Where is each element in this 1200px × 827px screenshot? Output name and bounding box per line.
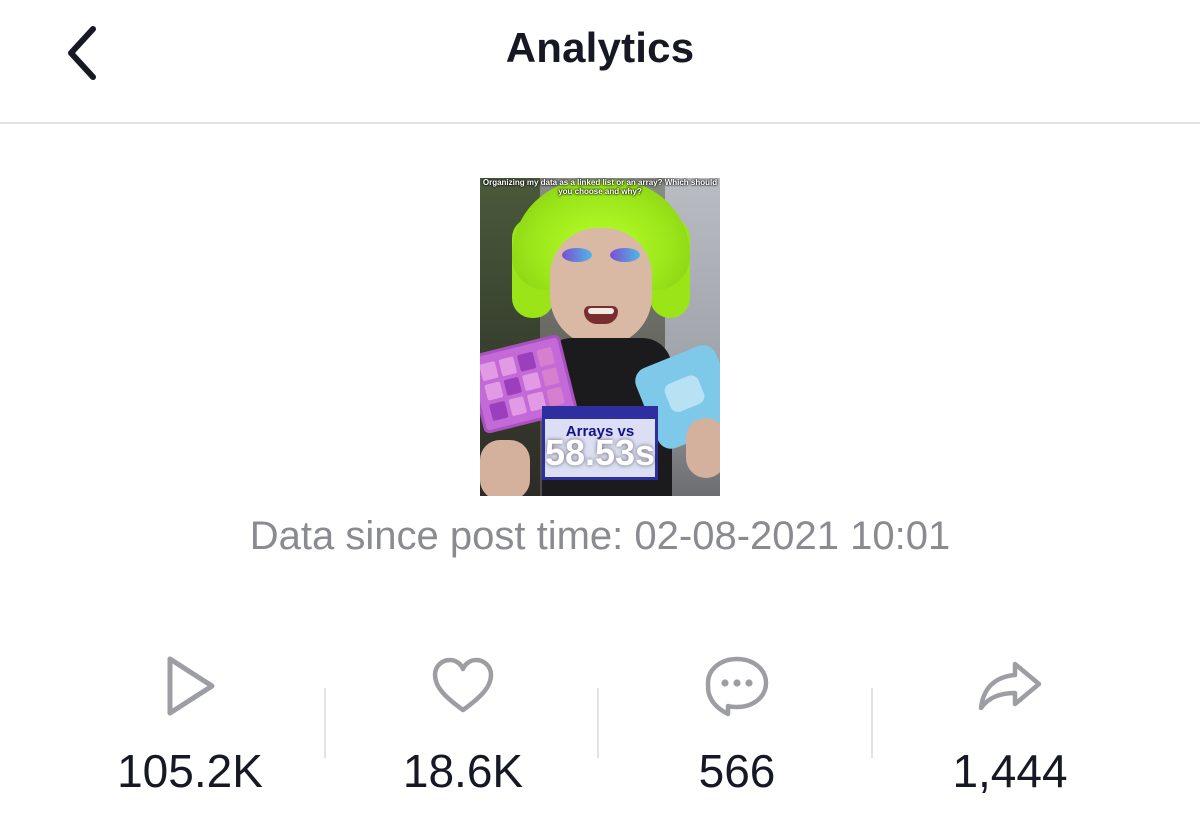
thumbnail-mouth <box>584 306 618 324</box>
video-caption: Organizing my data as a linked list or a… <box>482 178 718 196</box>
thumbnail-eye-right <box>610 248 640 262</box>
thumbnail-face <box>550 228 652 346</box>
thumbnail-eye-left <box>562 248 592 262</box>
stat-shares-value: 1,444 <box>952 745 1068 797</box>
analytics-screen: Analytics Organizing my data as a linked… <box>0 0 1200 827</box>
video-thumbnail[interactable]: Organizing my data as a linked list or a… <box>480 178 720 496</box>
page-title: Analytics <box>505 24 695 71</box>
heart-icon <box>432 657 494 713</box>
stat-comments-value: 566 <box>698 745 776 797</box>
comment-icon <box>705 656 769 717</box>
stat-likes: 18.6K <box>325 640 601 810</box>
sign-title-bar <box>545 409 655 419</box>
share-icon <box>978 661 1042 711</box>
data-since-label: Data since post time: 02-08-2021 10:01 <box>249 514 951 558</box>
stat-comments: 566 <box>599 640 875 810</box>
play-icon <box>167 656 215 716</box>
stat-likes-value: 18.6K <box>402 745 524 797</box>
stat-views-value: 105.2K <box>117 745 263 797</box>
stat-views: 105.2K <box>52 640 328 810</box>
header-bar: Analytics <box>0 0 1200 124</box>
video-duration: 58.53s <box>544 432 656 473</box>
stat-shares: 1,444 <box>872 640 1148 810</box>
